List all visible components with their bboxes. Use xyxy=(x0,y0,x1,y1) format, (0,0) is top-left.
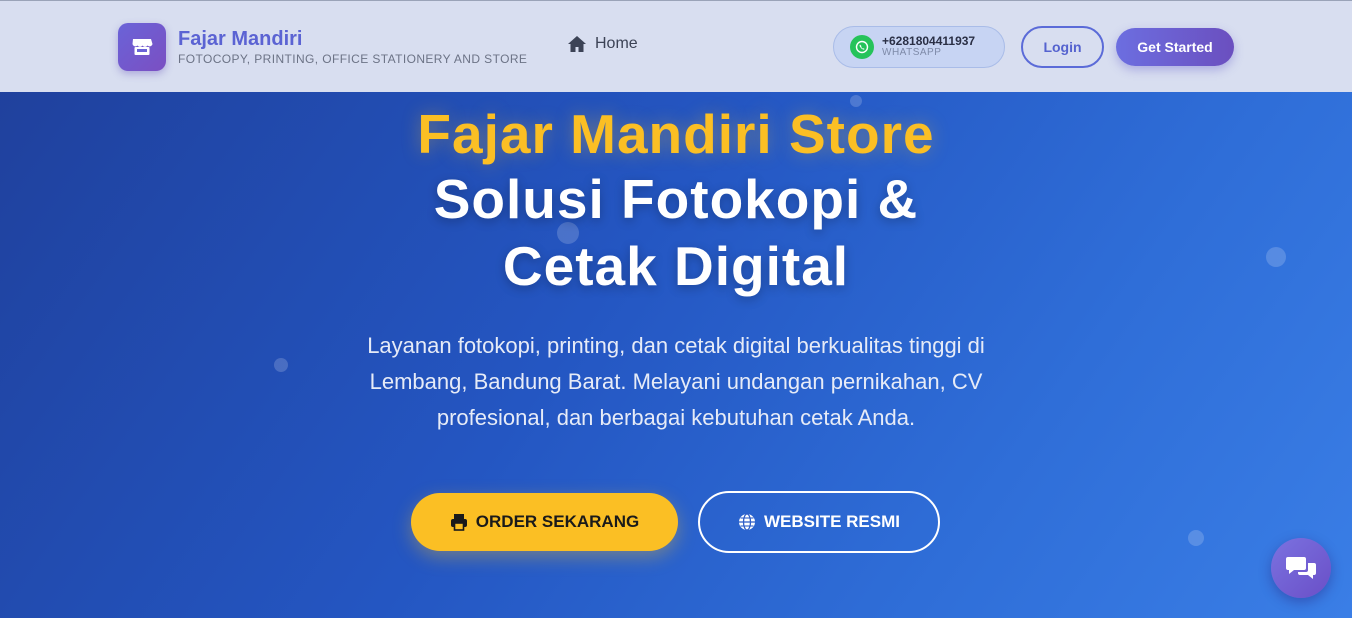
get-started-button[interactable]: Get Started xyxy=(1116,28,1234,66)
store-icon xyxy=(118,23,166,71)
home-icon xyxy=(568,36,586,52)
official-website-button[interactable]: WEBSITE RESMI xyxy=(698,491,940,553)
brand[interactable]: Fajar Mandiri FOTOCOPY, PRINTING, OFFICE… xyxy=(118,23,527,71)
order-now-button[interactable]: ORDER SEKARANG xyxy=(411,493,678,551)
top-navbar: Fajar Mandiri FOTOCOPY, PRINTING, OFFICE… xyxy=(0,0,1352,92)
chat-button[interactable] xyxy=(1271,538,1331,598)
chat-icon xyxy=(1286,557,1316,579)
whatsapp-icon xyxy=(850,35,874,59)
whatsapp-number: +6281804411937 xyxy=(882,34,976,48)
login-button[interactable]: Login xyxy=(1021,26,1104,68)
brand-name: Fajar Mandiri xyxy=(178,28,303,50)
hero-description: Layanan fotokopi, printing, dan cetak di… xyxy=(367,333,985,430)
order-now-label: ORDER SEKARANG xyxy=(475,512,640,531)
globe-icon xyxy=(738,513,755,531)
decor-dot xyxy=(274,358,288,372)
decor-dot xyxy=(1188,530,1204,546)
decor-dot xyxy=(1266,247,1286,267)
nav-home-link[interactable]: Home xyxy=(567,35,638,53)
whatsapp-label: WHATSAPP xyxy=(882,47,942,58)
hero-title-main: Solusi Fotokopi & Cetak Digital xyxy=(433,168,919,297)
printer-icon xyxy=(450,514,467,531)
nav-home-label: Home xyxy=(595,35,638,52)
brand-tagline: FOTOCOPY, PRINTING, OFFICE STATIONERY AN… xyxy=(178,52,528,66)
hero-title-highlight: Fajar Mandiri Store xyxy=(417,103,935,165)
whatsapp-contact[interactable]: +6281804411937 WHATSAPP xyxy=(833,26,1005,68)
official-website-label: WEBSITE RESMI xyxy=(763,512,900,531)
